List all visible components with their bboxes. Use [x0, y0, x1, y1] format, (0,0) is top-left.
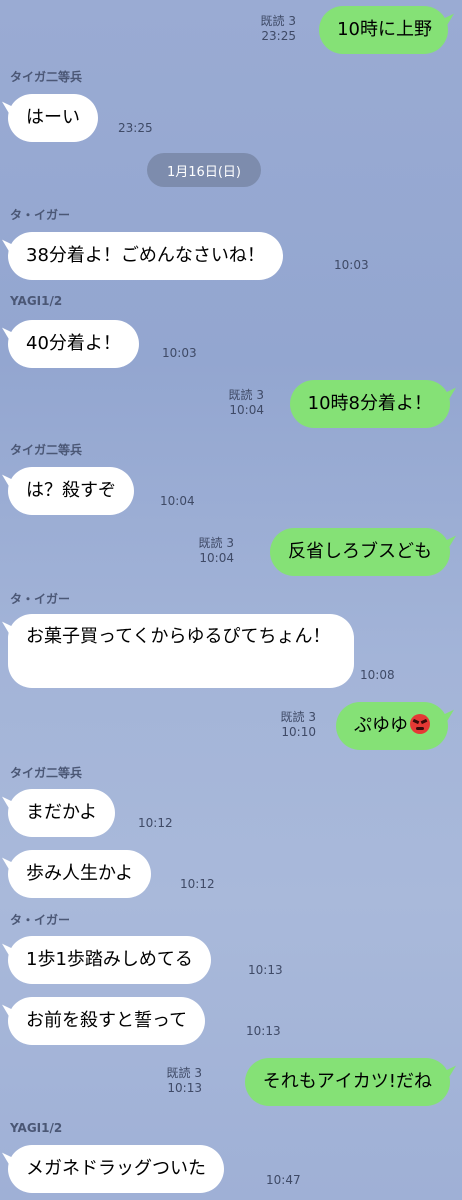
message-bubble[interactable]: 1歩1歩踏みしめてる [8, 936, 211, 984]
message-time: 10:12 [138, 816, 173, 830]
sender-name: YAGI1/2 [10, 294, 63, 308]
read-receipt: 既読 3 23:25 [260, 14, 296, 43]
message-bubble[interactable]: メガネドラッグついた [8, 1145, 224, 1193]
message-time: 10:12 [180, 877, 215, 891]
my-message-bubble[interactable]: ぷゆゆ [336, 702, 448, 750]
my-message-bubble[interactable]: 10時に上野 [319, 6, 448, 54]
read-receipt: 既読 3 10:10 [280, 710, 316, 739]
message-time: 10:13 [248, 963, 283, 977]
message-bubble[interactable]: 歩み人生かよ [8, 850, 152, 898]
message-bubble[interactable]: 40分着よ！ [8, 320, 139, 368]
message-time: 10:13 [246, 1024, 281, 1038]
my-message-bubble[interactable]: 10時8分着よ！ [289, 380, 450, 428]
message-time: 10:04 [160, 494, 195, 508]
message-text: ぷゆゆ [354, 715, 408, 736]
message-bubble[interactable]: はーい [8, 94, 98, 142]
message-bubble[interactable]: は？殺すぞ [8, 467, 134, 515]
message-time: 10:47 [266, 1173, 301, 1187]
message-bubble[interactable]: お前を殺すと誓って [8, 997, 206, 1045]
my-message-bubble[interactable]: 反省しろブスども [270, 528, 450, 576]
sender-name: タイガ二等兵 [10, 443, 83, 457]
message-bubble[interactable]: 38分着よ！ごめんなさいね！ [8, 232, 283, 280]
message-time: 10:03 [162, 346, 197, 360]
read-receipt: 既読 3 10:13 [166, 1066, 202, 1095]
message-time: 10:03 [334, 258, 369, 272]
message-bubble[interactable]: まだかよ [8, 789, 116, 837]
message-time: 10:08 [360, 668, 395, 682]
sender-name: タ・イガー [10, 913, 71, 927]
message-bubble[interactable]: お菓子買ってくからゆるぴてちょん！ [8, 614, 354, 688]
my-message-bubble[interactable]: それもアイカツ!だね [244, 1058, 450, 1106]
angry-face-emoji-icon [410, 714, 430, 734]
sender-name: YAGI1/2 [10, 1121, 63, 1135]
date-separator: 1月16日(日) [147, 153, 261, 187]
sender-name: タイガ二等兵 [10, 70, 83, 84]
message-time: 23:25 [118, 121, 153, 135]
sender-name: タ・イガー [10, 592, 71, 606]
read-receipt: 既読 3 10:04 [228, 388, 264, 417]
sender-name: タイガ二等兵 [10, 766, 83, 780]
sender-name: タ・イガー [10, 208, 71, 222]
read-receipt: 既読 3 10:04 [198, 536, 234, 565]
